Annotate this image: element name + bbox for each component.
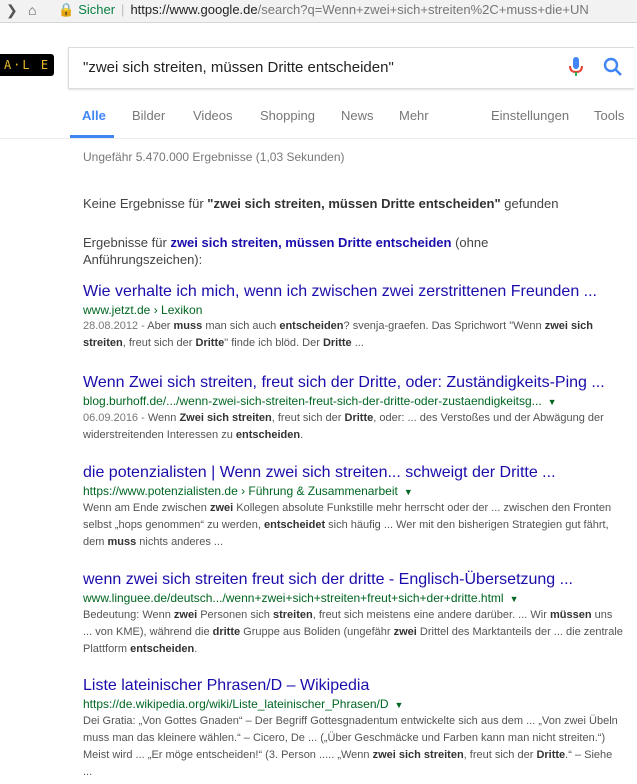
tab-news[interactable]: News xyxy=(341,108,374,123)
search-result: wenn zwei sich streiten freut sich der d… xyxy=(83,570,623,658)
search-icon[interactable] xyxy=(603,57,623,77)
result-snippet: 28.08.2012 - Aber muss man sich auch ent… xyxy=(83,320,593,349)
url-host: https://www.google.de xyxy=(130,2,258,17)
dropdown-arrow-icon[interactable]: ▼ xyxy=(395,697,404,713)
search-result: Wie verhalte ich mich, wenn ich zwischen… xyxy=(83,282,623,352)
tab-videos[interactable]: Videos xyxy=(193,108,233,123)
dropdown-arrow-icon[interactable]: ▼ xyxy=(404,484,413,500)
home-icon[interactable]: ⌂ xyxy=(28,2,36,18)
results-for-notice: Ergebnisse für zwei sich streiten, müsse… xyxy=(83,235,489,267)
results-for-query-link[interactable]: zwei sich streiten, müssen Dritte entsch… xyxy=(170,235,451,250)
result-stats: Ungefähr 5.470.000 Ergebnisse (1,03 Seku… xyxy=(83,150,345,164)
address-bar[interactable]: 🔒 Sicher | https://www.google.de/search?q=W… xyxy=(58,0,589,20)
result-snippet: Wenn am Ende zwischen zwei Kollegen abso… xyxy=(83,502,612,548)
tab-more[interactable]: Mehr xyxy=(399,108,429,123)
result-snippet: Dei Gratia: „Von Gottes Gnaden“ – Der Be… xyxy=(83,715,618,778)
result-url: www.jetzt.de › Lexikon xyxy=(83,303,203,317)
microphone-icon[interactable] xyxy=(569,57,583,77)
search-box[interactable]: "zwei sich streiten, müssen Dritte entsc… xyxy=(68,47,634,89)
result-title-link[interactable]: Wenn Zwei sich streiten, freut sich der … xyxy=(83,373,623,393)
tab-settings[interactable]: Einstellungen xyxy=(491,108,569,123)
result-url: https://de.wikipedia.org/wiki/Liste_late… xyxy=(83,697,404,713)
google-logo[interactable]: A·L E xyxy=(0,54,54,76)
result-title-link[interactable]: wenn zwei sich streiten freut sich der d… xyxy=(83,570,623,590)
browser-toolbar: ❯ ⌂ 🔒 Sicher | https://www.google.de/search… xyxy=(0,0,637,23)
lock-icon: 🔒 xyxy=(58,2,75,17)
divider xyxy=(0,138,637,139)
tab-shopping[interactable]: Shopping xyxy=(260,108,315,123)
search-input[interactable]: "zwei sich streiten, müssen Dritte entsc… xyxy=(83,59,394,76)
dropdown-arrow-icon[interactable]: ▼ xyxy=(510,591,519,607)
result-title-link[interactable]: die potenzialisten | Wenn zwei sich stre… xyxy=(83,463,623,483)
result-title-link[interactable]: Liste lateinischer Phrasen/D – Wikipedia xyxy=(83,676,623,696)
url-path: /search?q=Wenn+zwei+sich+streiten%2C+mus… xyxy=(257,2,589,17)
result-snippet: Bedeutung: Wenn zwei Personen sich strei… xyxy=(83,609,623,655)
result-url: https://www.potenzialisten.de › Führung … xyxy=(83,484,413,500)
no-results-query: "zwei sich streiten, müssen Dritte entsc… xyxy=(207,196,501,211)
result-url: www.linguee.de/deutsch.../wenn+zwei+sich… xyxy=(83,591,519,607)
result-snippet: 06.09.2016 - Wenn Zwei sich streiten, fr… xyxy=(83,412,604,441)
secure-label: Sicher xyxy=(78,2,116,17)
tab-images[interactable]: Bilder xyxy=(132,108,165,123)
search-result: die potenzialisten | Wenn zwei sich stre… xyxy=(83,463,623,551)
tab-all[interactable]: Alle xyxy=(82,108,106,123)
result-title-link[interactable]: Wie verhalte ich mich, wenn ich zwischen… xyxy=(83,282,623,302)
result-url: blog.burhoff.de/.../wenn-zwei-sich-strei… xyxy=(83,394,557,410)
tab-tools[interactable]: Tools xyxy=(594,108,624,123)
dropdown-arrow-icon[interactable]: ▼ xyxy=(548,394,557,410)
no-results-notice: Keine Ergebnisse für "zwei sich streiten… xyxy=(83,196,559,211)
forward-icon[interactable]: ❯ xyxy=(6,2,18,19)
search-result: Wenn Zwei sich streiten, freut sich der … xyxy=(83,373,623,444)
search-tabs: Alle Bilder Videos Shopping News Mehr Ei… xyxy=(0,108,637,138)
search-result: Liste lateinischer Phrasen/D – Wikipedia… xyxy=(83,676,623,781)
